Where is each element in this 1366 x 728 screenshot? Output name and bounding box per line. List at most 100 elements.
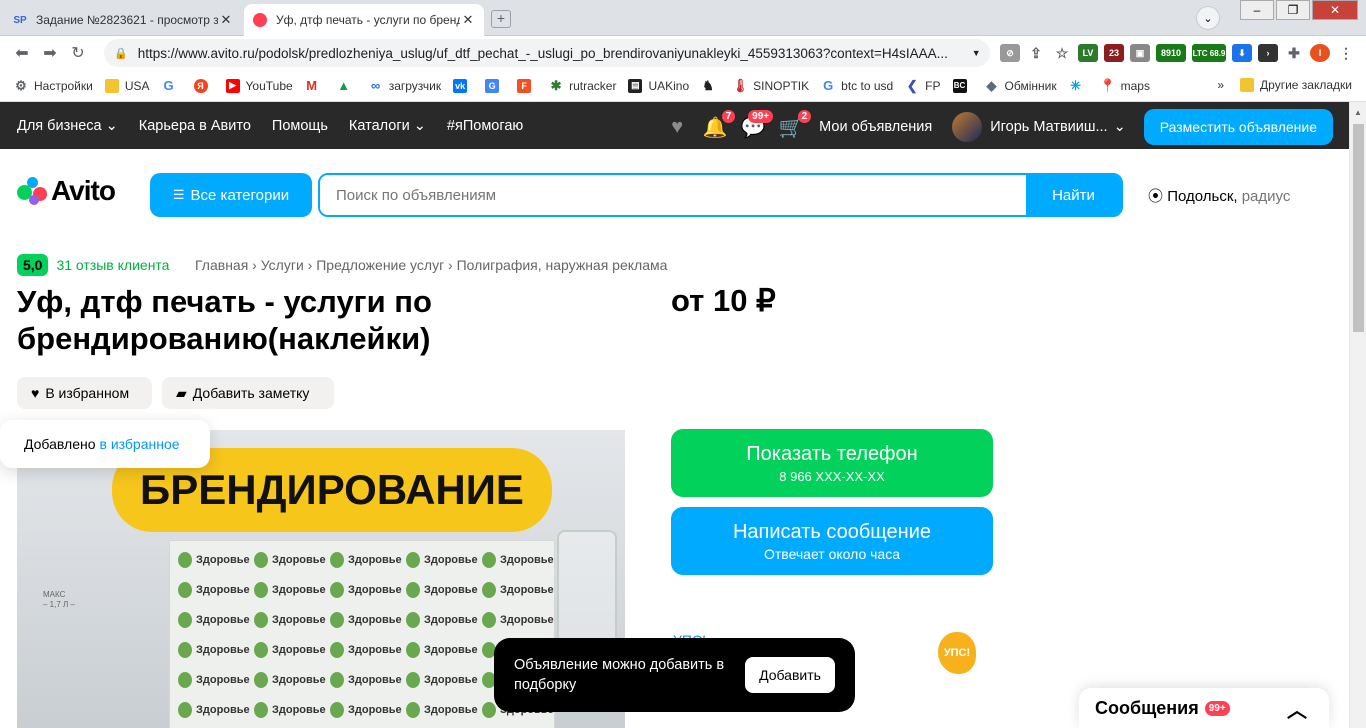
more-bookmarks-icon[interactable]: »	[1217, 78, 1224, 92]
bookmark-yandex[interactable]: Я	[193, 78, 214, 93]
bookmark-youtube[interactable]: ▶ YouTube	[225, 78, 293, 93]
extension-briefcase-icon[interactable]: ▣	[1130, 44, 1150, 62]
extension-23-icon[interactable]: 23	[1104, 44, 1124, 62]
messages-widget[interactable]: Сообщения 99+ ︿	[1079, 688, 1329, 728]
phone-masked: 8 966 XXX-XX-XX	[779, 468, 885, 484]
write-message-button[interactable]: Написать сообщение Отвечает около часа	[671, 507, 993, 575]
nav-help-hashtag[interactable]: #яПомогаю	[447, 118, 523, 134]
url-field[interactable]: 🔒 https://www.avito.ru/podolsk/predlozhe…	[104, 39, 990, 67]
scrollbar-thumb[interactable]	[1353, 124, 1364, 332]
download-icon[interactable]: ⬇	[1232, 44, 1252, 62]
bookmark-sinoptik[interactable]: 🌡 SINOPTIK	[732, 78, 809, 93]
user-name[interactable]: Игорь Матвииш...	[990, 119, 1107, 135]
star-icon[interactable]: ☆	[1052, 44, 1072, 62]
bookmark-maps[interactable]: 📍 maps	[1100, 78, 1150, 93]
in-favorites-button[interactable]: ♥ В избранном	[17, 377, 152, 409]
messages-icon[interactable]: 💬 99+	[737, 110, 774, 142]
reviews-link[interactable]: 31 отзыв клиента	[56, 257, 169, 273]
bookmark-fp[interactable]: ❮ FP	[905, 78, 941, 93]
bookmark-translate[interactable]: G	[485, 78, 505, 93]
menu-icon[interactable]: ⋮	[1336, 44, 1356, 62]
avatar[interactable]	[952, 112, 983, 142]
bookmark-exchanger[interactable]: ◆ Обмінник	[985, 78, 1057, 93]
tab-search-icon[interactable]: ⌄	[1196, 6, 1220, 30]
back-icon[interactable]: ⬅	[8, 43, 36, 63]
ups-badge-icon[interactable]: УПС!	[938, 632, 976, 674]
puzzle-icon[interactable]: ✚	[1284, 44, 1304, 62]
block-icon[interactable]: ⊘	[1000, 44, 1020, 62]
sticker-label: Здоровье	[406, 579, 480, 601]
sticker-label: Здоровье	[254, 699, 328, 721]
maximize-button[interactable]: ❐	[1276, 0, 1310, 20]
find-button[interactable]: Найти	[1026, 175, 1121, 215]
bookmark-rutracker[interactable]: ✱ rutracker	[549, 78, 617, 93]
close-icon[interactable]: ✕	[218, 12, 234, 28]
breadcrumb[interactable]: Главная › Услуги › Предложение услуг › П…	[195, 257, 667, 273]
seller-rating[interactable]: 5,0 31 отзыв клиента	[17, 254, 169, 276]
favorites-link[interactable]: в избранное	[100, 436, 180, 452]
nav-career[interactable]: Карьера в Авито	[139, 118, 251, 134]
bookmark-kyivstar[interactable]: ✳	[1069, 78, 1089, 93]
chevron-down-icon: ⌄	[105, 117, 118, 134]
minimize-button[interactable]: –	[1240, 0, 1274, 20]
bookmark-usa[interactable]: USA	[104, 78, 150, 93]
avito-logo-icon	[17, 175, 49, 207]
bookmark-drive[interactable]: ▲	[337, 78, 357, 93]
dropdown-icon[interactable]: ▼	[972, 48, 981, 58]
sticker-label: Здоровье	[254, 609, 328, 631]
nav-help[interactable]: Помощь	[272, 118, 328, 134]
my-ads-link[interactable]: Мои объявления	[819, 119, 932, 135]
chevron-up-icon[interactable]: ︿	[1287, 694, 1307, 723]
notifications-bell-icon[interactable]: 🔔 7	[699, 110, 736, 142]
add-button[interactable]: Добавить	[745, 657, 835, 693]
profile-icon[interactable]: I	[1310, 44, 1330, 62]
chevron-down-icon[interactable]: ⌄	[1114, 119, 1126, 135]
gmail-icon: M	[306, 78, 318, 93]
nav-business[interactable]: Для бизнеса ⌄	[17, 118, 118, 134]
tab-task[interactable]: SP Задание №2823621 - просмотр за... ✕	[4, 4, 242, 36]
tab-avito[interactable]: Уф, дтф печать - услуги по бренди... ✕	[244, 4, 484, 36]
bookmark-uakino[interactable]: ▤ UAKino	[628, 78, 689, 93]
bookmark-f[interactable]: F	[517, 78, 537, 93]
page-scrollbar[interactable]: ▲	[1349, 102, 1366, 728]
new-tab-button[interactable]: +	[491, 10, 511, 28]
bookmark-bc[interactable]: BC	[952, 78, 973, 93]
cart-icon[interactable]: 🛒 2	[775, 110, 812, 142]
bookmark-btc[interactable]: Gbtc to usd	[821, 78, 893, 93]
sticker-label: Здоровье	[330, 669, 404, 691]
sticker-label: Здоровье	[178, 609, 252, 631]
bookmark-google[interactable]: G	[162, 78, 182, 93]
share-icon[interactable]: ⇪	[1026, 44, 1046, 62]
extension-arrow-icon[interactable]: ›	[1258, 44, 1278, 62]
bookmark-settings[interactable]: ⚙ Настройки	[14, 78, 93, 93]
extension-lv-icon[interactable]: LV	[1078, 44, 1098, 62]
google-icon: G	[163, 78, 174, 93]
bookmark-chess[interactable]: ♞	[701, 78, 721, 93]
bookmark-vk[interactable]: vk	[453, 78, 473, 93]
reload-icon[interactable]: ↻	[64, 43, 92, 63]
extension-ltc-icon[interactable]: LTC 68.9	[1192, 44, 1226, 62]
close-icon[interactable]: ✕	[460, 12, 476, 28]
forward-icon[interactable]: ➡	[36, 43, 64, 63]
leaf-icon	[330, 612, 344, 628]
chevron-down-icon: ⌄	[413, 117, 426, 134]
place-ad-button[interactable]: Разместить объявление	[1143, 109, 1333, 145]
show-phone-button[interactable]: Показать телефон 8 966 XXX-XX-XX	[671, 429, 993, 497]
extension-btc-icon[interactable]: 8910	[1156, 44, 1186, 62]
categories-search-icon: ☰	[172, 187, 185, 202]
window-close-button[interactable]: ✕	[1312, 0, 1358, 20]
location-selector[interactable]: ⦿ Подольск, радиус	[1148, 185, 1290, 206]
all-categories-button[interactable]: ☰ Все категории	[150, 173, 312, 217]
add-note-button[interactable]: ▰ Добавить заметку	[162, 377, 334, 409]
scroll-up-icon[interactable]: ▲	[1354, 108, 1362, 117]
other-bookmarks[interactable]: Другие закладки	[1260, 78, 1352, 92]
window-controls: – ❐ ✕	[1240, 0, 1358, 20]
leaf-icon	[178, 612, 192, 628]
bookmark-loader[interactable]: ∞ загрузчик	[369, 78, 441, 93]
nav-catalogs[interactable]: Каталоги ⌄	[349, 118, 426, 134]
avito-logo[interactable]: Avito	[17, 175, 116, 207]
search-input[interactable]	[320, 175, 1026, 215]
bookmark-gmail[interactable]: M	[305, 78, 325, 93]
favorites-heart-icon[interactable]: ♥	[661, 112, 693, 142]
bookmark-label: maps	[1120, 78, 1150, 93]
